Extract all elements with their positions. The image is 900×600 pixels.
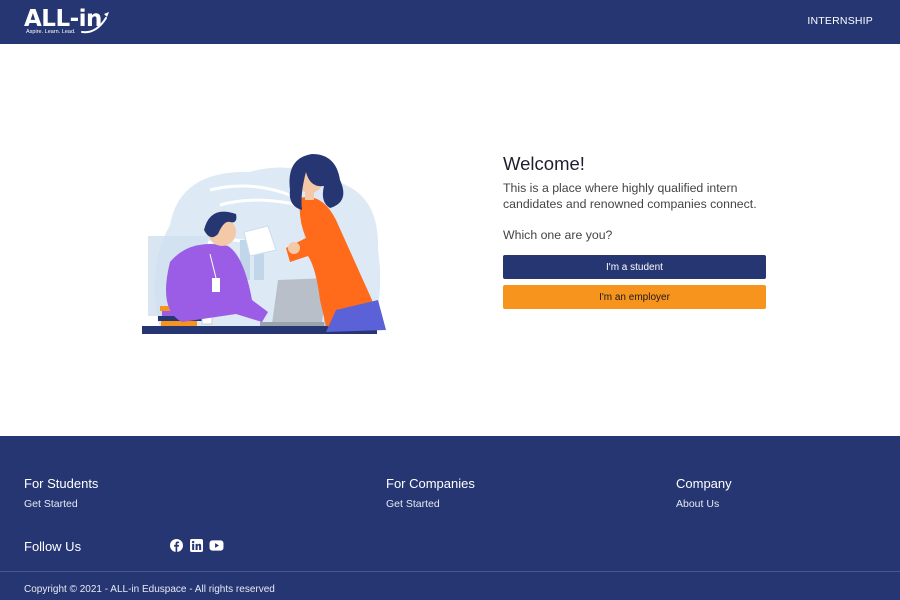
top-navbar: ALL-in Aspire. Learn. Lead. INTERNSHIP: [0, 0, 900, 44]
welcome-section: Welcome! This is a place where highly qu…: [503, 153, 773, 243]
footer-company-heading: Company: [676, 476, 732, 491]
footer-companies-get-started-link[interactable]: Get Started: [386, 498, 440, 510]
hero-illustration: [142, 154, 386, 334]
footer-companies-heading: For Companies: [386, 476, 475, 491]
copyright-text: Copyright © 2021 - ALL-in Eduspace - All…: [24, 584, 275, 595]
facebook-icon[interactable]: [170, 539, 183, 552]
footer-students-heading: For Students: [24, 476, 99, 491]
youtube-icon[interactable]: [209, 539, 224, 552]
welcome-description: This is a place where highly qualified i…: [503, 181, 757, 211]
student-button[interactable]: I'm a student: [503, 255, 766, 279]
footer-students-get-started-link[interactable]: Get Started: [24, 498, 78, 510]
logo-tagline: Aspire. Learn. Lead.: [26, 29, 76, 35]
footer-divider: [0, 571, 900, 572]
welcome-title: Welcome!: [503, 153, 585, 174]
linkedin-icon[interactable]: [190, 539, 203, 552]
footer-about-us-link[interactable]: About Us: [676, 498, 719, 510]
employer-button[interactable]: I'm an employer: [503, 285, 766, 309]
role-question: Which one are you?: [503, 228, 613, 242]
nav-link-internship[interactable]: INTERNSHIP: [807, 15, 873, 27]
site-footer: For Students Get Started For Companies G…: [0, 436, 900, 600]
footer-follow-heading: Follow Us: [24, 539, 82, 554]
logo-swoosh-icon: [81, 12, 109, 34]
brand-logo[interactable]: ALL-in Aspire. Learn. Lead.: [24, 6, 114, 38]
